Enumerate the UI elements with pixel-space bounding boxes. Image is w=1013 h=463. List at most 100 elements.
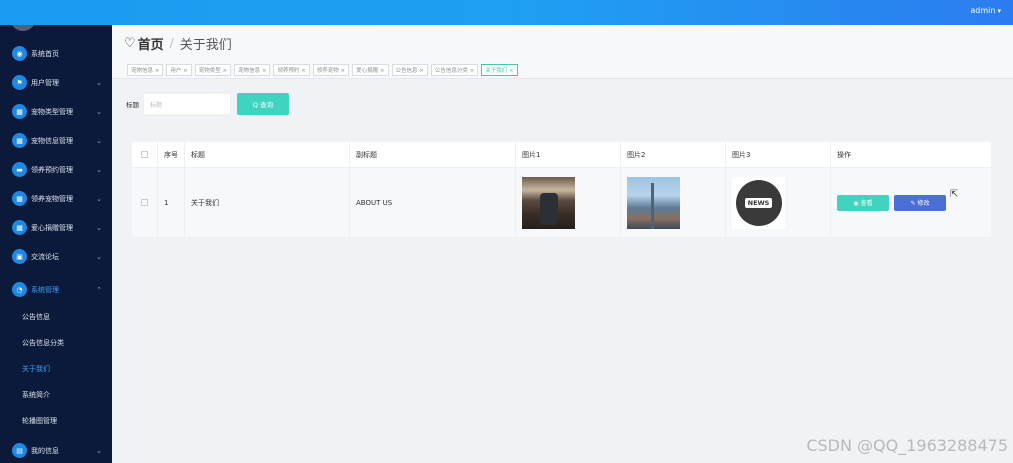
sidebar-item-adoption-appointments[interactable]: ▬ 领养预约管理 ⌄ bbox=[0, 155, 112, 184]
tag-announcement-categories[interactable]: 公告信息分类 × bbox=[430, 63, 479, 76]
row-image3-cell: NEWS bbox=[726, 168, 831, 237]
sidebar-subitem-label: 关于我们 bbox=[22, 365, 50, 373]
tag-users[interactable]: 用户 × bbox=[166, 63, 192, 76]
sidebar-subitem-label: 公告信息 bbox=[22, 313, 50, 321]
sidebar-subitem-label: 公告信息分类 bbox=[22, 339, 64, 347]
grid-icon: ▦ bbox=[12, 191, 27, 206]
sidebar-item-label: 宠物信息管理 bbox=[31, 136, 73, 145]
row-index: 1 bbox=[158, 168, 185, 237]
sidebar-item-label: 系统管理 bbox=[31, 285, 59, 294]
sidebar-subitem-announcements[interactable]: 公告信息 bbox=[0, 304, 112, 330]
chevron-up-icon: ⌃ bbox=[96, 285, 102, 294]
tag-adopted-pets[interactable]: 领养宠物 × bbox=[312, 63, 350, 76]
header-image1: 图片1 bbox=[516, 142, 621, 167]
checkbox[interactable] bbox=[141, 151, 148, 158]
sidebar-subitem-system-intro[interactable]: 系统简介 bbox=[0, 382, 112, 408]
header-index: 序号 bbox=[158, 142, 185, 167]
tag-announcements[interactable]: 公告信息 × bbox=[391, 63, 428, 76]
row-image2-cell bbox=[621, 168, 726, 237]
tag-pet-info[interactable]: 宠物信息 × bbox=[127, 63, 164, 76]
user-menu[interactable]: admin ▾ bbox=[970, 6, 1001, 15]
breadcrumb-current: 关于我们 bbox=[179, 37, 232, 53]
conference-room-image[interactable] bbox=[522, 176, 575, 229]
user-name: admin bbox=[970, 6, 996, 15]
header-title: 标题 bbox=[185, 142, 350, 167]
sidebar-item-donations[interactable]: ▦ 爱心捐赠管理 ⌄ bbox=[0, 213, 112, 242]
edit-button[interactable]: ✎ 修改 bbox=[894, 194, 946, 211]
city-skyline-image[interactable] bbox=[627, 176, 680, 229]
sidebar-item-home[interactable]: ◉ 系统首页 bbox=[0, 39, 112, 68]
row-actions: ◉ 查看 ✎ 修改 bbox=[831, 168, 991, 237]
image-detail bbox=[540, 192, 558, 225]
sidebar-item-forum[interactable]: ▣ 交流论坛 ⌄ bbox=[0, 242, 112, 271]
header-actions: 操作 bbox=[837, 150, 851, 159]
tag-pet-info-2[interactable]: 宠物信息 × bbox=[234, 63, 271, 76]
chat-icon: ▬ bbox=[12, 162, 27, 177]
avatar bbox=[10, 25, 36, 31]
table-header-row: 序号 标题 副标题 图片1 图片2 图片3 操作 bbox=[132, 142, 991, 168]
watermark: CSDN @QQ_1963288475 bbox=[806, 436, 1008, 455]
header-select-all[interactable] bbox=[132, 142, 158, 167]
sidebar-subitem-carousel[interactable]: 轮播图管理 bbox=[0, 408, 112, 434]
user-icon: ◔ bbox=[12, 282, 27, 297]
chevron-down-icon: ⌄ bbox=[96, 252, 102, 261]
heart-icon: ♡ bbox=[124, 35, 136, 51]
checkbox[interactable] bbox=[141, 199, 148, 206]
header-image3: 图片3 bbox=[726, 142, 831, 167]
chevron-down-icon: ⌄ bbox=[96, 165, 102, 174]
image-detail bbox=[651, 182, 654, 229]
header-subtitle: 副标题 bbox=[350, 142, 516, 167]
data-table: 序号 标题 副标题 图片1 图片2 图片3 操作 1 关于我们 ABOUT US… bbox=[132, 142, 991, 238]
sidebar-item-pet-info[interactable]: ▦ 宠物信息管理 ⌄ bbox=[0, 126, 112, 155]
sidebar-item-my-info[interactable]: ▤ 我的信息 ⌄ bbox=[0, 436, 112, 463]
row-title: 关于我们 bbox=[185, 168, 350, 237]
chevron-down-icon: ⌄ bbox=[96, 194, 102, 203]
sidebar-item-label: 爱心捐赠管理 bbox=[31, 223, 73, 232]
sidebar-item-adopted-pets[interactable]: ▦ 领养宠物管理 ⌄ bbox=[0, 184, 112, 213]
row-subtitle: ABOUT US bbox=[350, 168, 516, 237]
table-row: 1 关于我们 ABOUT US NEWS ◉ 查看 ✎ 修改 bbox=[132, 168, 991, 238]
news-text: NEWS bbox=[744, 197, 773, 208]
sidebar-item-system[interactable]: ◔ 系统管理 ⌃ bbox=[0, 275, 112, 304]
grid-icon: ▦ bbox=[12, 220, 27, 235]
bag-icon: ▣ bbox=[12, 249, 27, 264]
search-bar: 标题 标题 Q 查询 bbox=[126, 93, 289, 115]
chevron-down-icon: ⌄ bbox=[96, 446, 102, 455]
tag-about-us[interactable]: 关于我们 × bbox=[481, 63, 518, 76]
mouse-cursor-icon: ⇱ bbox=[950, 189, 959, 200]
header-image2: 图片2 bbox=[621, 142, 726, 167]
sidebar-item-label: 领养预约管理 bbox=[31, 165, 73, 174]
card-icon: ▤ bbox=[12, 443, 27, 458]
flag-icon: ⚑ bbox=[12, 75, 27, 90]
sidebar-subitem-announcement-categories[interactable]: 公告信息分类 bbox=[0, 330, 112, 356]
sidebar-subitem-about-us[interactable]: 关于我们 bbox=[0, 356, 112, 382]
breadcrumb-home[interactable]: ♡ 首页 bbox=[124, 34, 164, 53]
tag-donations[interactable]: 爱心捐赠 × bbox=[352, 63, 389, 76]
main-content: ♡ 首页 / 关于我们 宠物信息 × 用户 × 宠物类型 × 宠物信息 × 领养… bbox=[112, 25, 1013, 463]
row-select[interactable] bbox=[132, 168, 158, 237]
chevron-down-icon: ⌄ bbox=[96, 107, 102, 116]
tag-pet-types[interactable]: 宠物类型 × bbox=[194, 63, 232, 76]
breadcrumb-home-label: 首页 bbox=[137, 37, 164, 53]
view-button[interactable]: ◉ 查看 bbox=[837, 194, 889, 211]
sidebar-item-label: 我的信息 bbox=[31, 446, 59, 455]
chevron-down-icon: ⌄ bbox=[96, 223, 102, 232]
globe-icon: NEWS bbox=[735, 179, 782, 226]
home-icon: ◉ bbox=[12, 46, 27, 61]
chevron-down-icon: ⌄ bbox=[96, 78, 102, 87]
chevron-down-icon: ⌄ bbox=[96, 136, 102, 145]
row-image1-cell bbox=[516, 168, 621, 237]
sidebar-item-pet-types[interactable]: ▦ 宠物类型管理 ⌄ bbox=[0, 97, 112, 126]
tag-adoption-appointments[interactable]: 领养预约 × bbox=[273, 63, 310, 76]
breadcrumb-separator: / bbox=[169, 36, 174, 50]
sidebar: ◉ 系统首页 ⚑ 用户管理 ⌄ ▦ 宠物类型管理 ⌄ ▦ 宠物信息管理 ⌄ ▬ … bbox=[0, 25, 112, 463]
news-globe-image[interactable]: NEWS bbox=[732, 176, 785, 229]
sidebar-subitem-label: 系统简介 bbox=[22, 391, 50, 399]
sidebar-item-users[interactable]: ⚑ 用户管理 ⌄ bbox=[0, 68, 112, 97]
title-search-input[interactable]: 标题 bbox=[143, 93, 231, 115]
search-button[interactable]: Q 查询 bbox=[237, 93, 289, 115]
sidebar-subitem-label: 轮播图管理 bbox=[22, 417, 57, 425]
search-label: 标题 bbox=[126, 101, 139, 109]
sidebar-item-label: 用户管理 bbox=[31, 78, 59, 87]
caret-down-icon: ▾ bbox=[997, 7, 1001, 15]
